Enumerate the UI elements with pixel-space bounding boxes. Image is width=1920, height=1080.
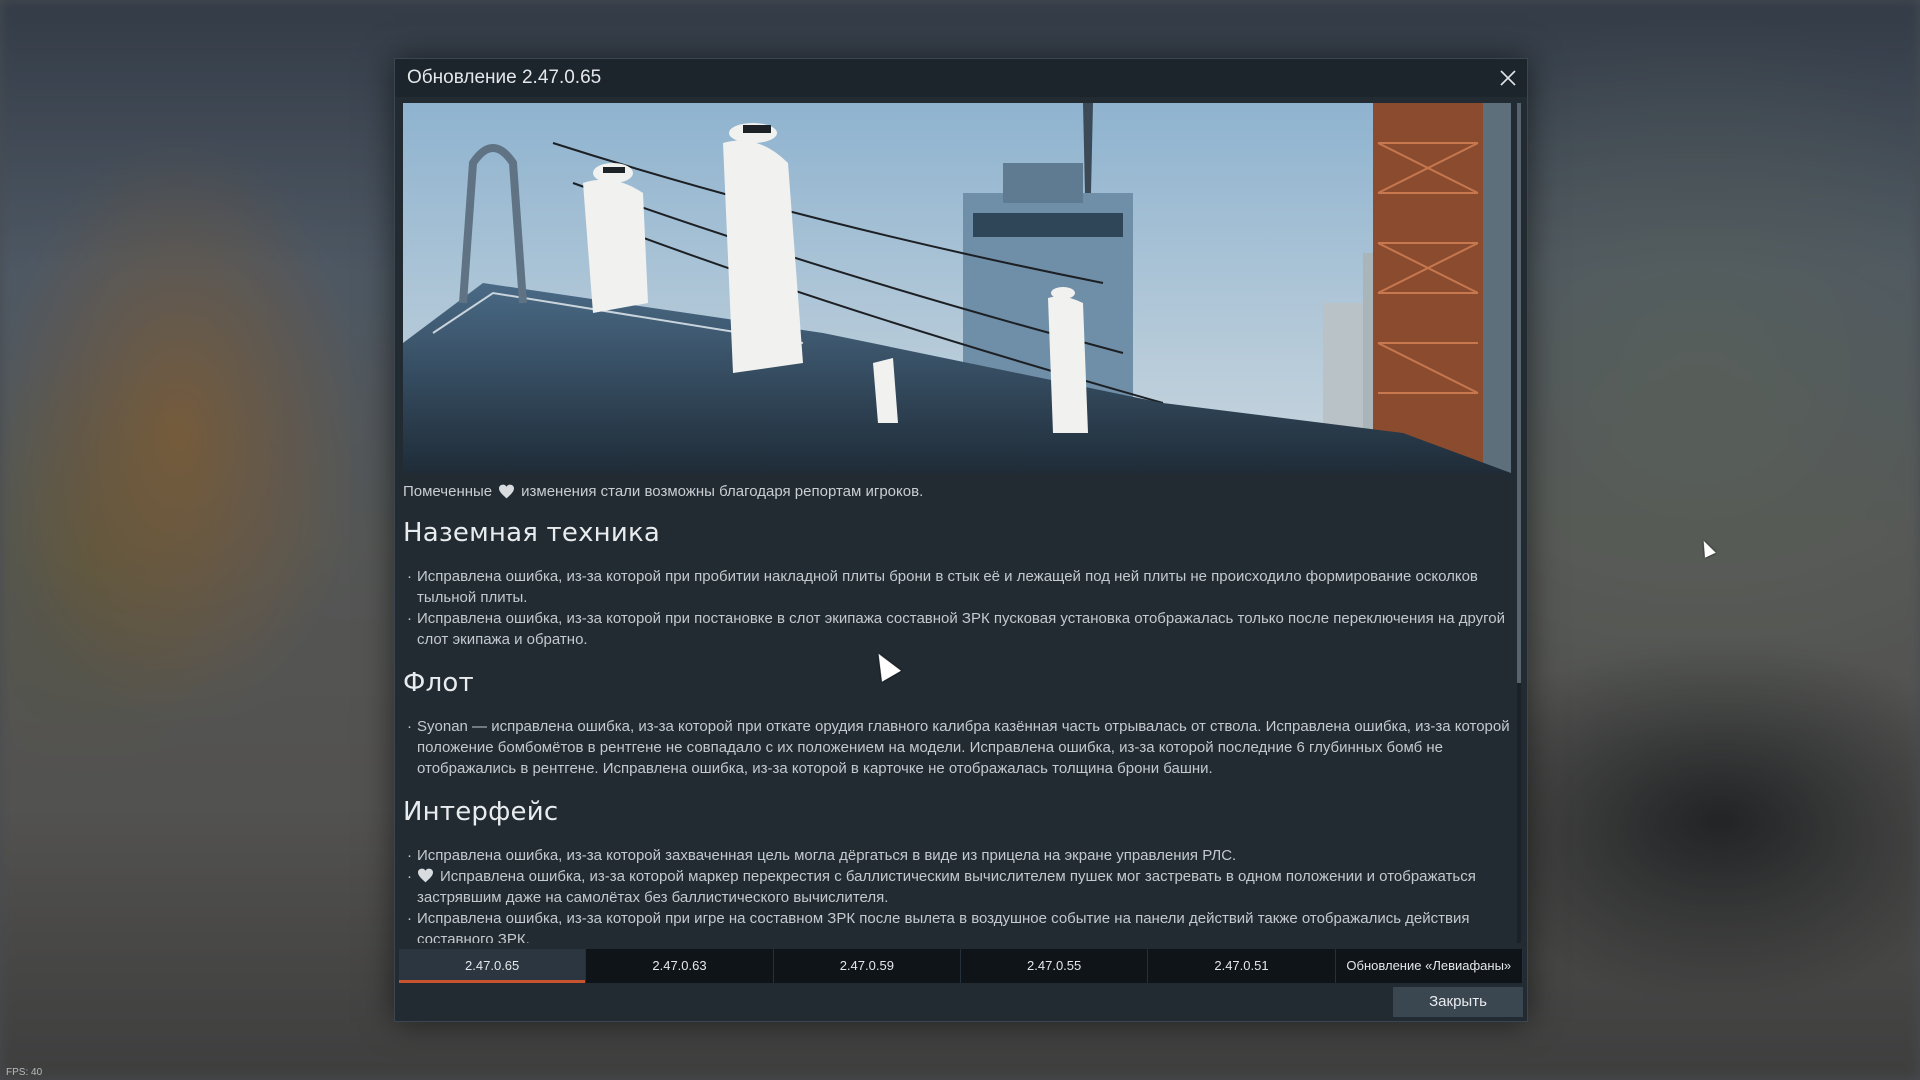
list-item: Syonan — исправлена ошибка, из-за которо… [403, 716, 1511, 779]
fleet-changes-list: Syonan — исправлена ошибка, из-за которо… [403, 716, 1511, 779]
list-item: Исправлена ошибка, из-за которой при игр… [403, 908, 1511, 943]
tab-version-2-47-0-65[interactable]: 2.47.0.65 [399, 949, 587, 983]
patch-notes-content[interactable]: Помеченные изменения стали возможны благ… [403, 103, 1511, 943]
close-button[interactable]: Закрыть [1393, 987, 1523, 1017]
section-heading-interface: Интерфейс [403, 797, 559, 827]
tab-leviathans-update[interactable]: Обновление «Левиафаны» [1335, 949, 1523, 983]
ground-changes-list: Исправлена ошибка, из-за которой при про… [403, 566, 1511, 650]
close-icon[interactable] [1495, 65, 1521, 91]
list-item: Исправлена ошибка, из-за которой при про… [403, 566, 1511, 608]
content-scrollbar[interactable] [1517, 103, 1521, 943]
heart-icon [418, 868, 433, 883]
dialog-title: Обновление 2.47.0.65 [407, 67, 602, 88]
tab-version-2-47-0-55[interactable]: 2.47.0.55 [960, 949, 1149, 983]
dialog-titlebar: Обновление 2.47.0.65 [395, 59, 1527, 97]
scrollbar-thumb[interactable] [1517, 103, 1521, 683]
tab-version-2-47-0-59[interactable]: 2.47.0.59 [773, 949, 961, 983]
tab-version-2-47-0-63[interactable]: 2.47.0.63 [586, 949, 774, 983]
hero-image [403, 103, 1511, 473]
tab-version-2-47-0-51[interactable]: 2.47.0.51 [1148, 949, 1336, 983]
interface-changes-list: Исправлена ошибка, из-за которой захваче… [403, 845, 1511, 943]
note-suffix: изменения стали возможны благодаря репор… [521, 483, 924, 500]
section-heading-fleet: Флот [403, 668, 474, 698]
list-item: Исправлена ошибка, из-за которой при пос… [403, 608, 1511, 650]
note-prefix: Помеченные [403, 483, 493, 500]
fps-counter: FPS: 40 [6, 1067, 43, 1078]
list-item: Исправлена ошибка, из-за которой маркер … [403, 866, 1511, 908]
section-heading-ground: Наземная техника [403, 518, 661, 548]
patch-notes-dialog: Обновление 2.47.0.65 Помеченные изменени… [394, 58, 1528, 1022]
heart-icon [499, 484, 515, 499]
list-item: Исправлена ошибка, из-за которой захваче… [403, 845, 1511, 866]
version-tabs: 2.47.0.65 2.47.0.63 2.47.0.59 2.47.0.55 … [399, 949, 1523, 983]
player-reports-note: Помеченные изменения стали возможны благ… [403, 483, 1511, 500]
